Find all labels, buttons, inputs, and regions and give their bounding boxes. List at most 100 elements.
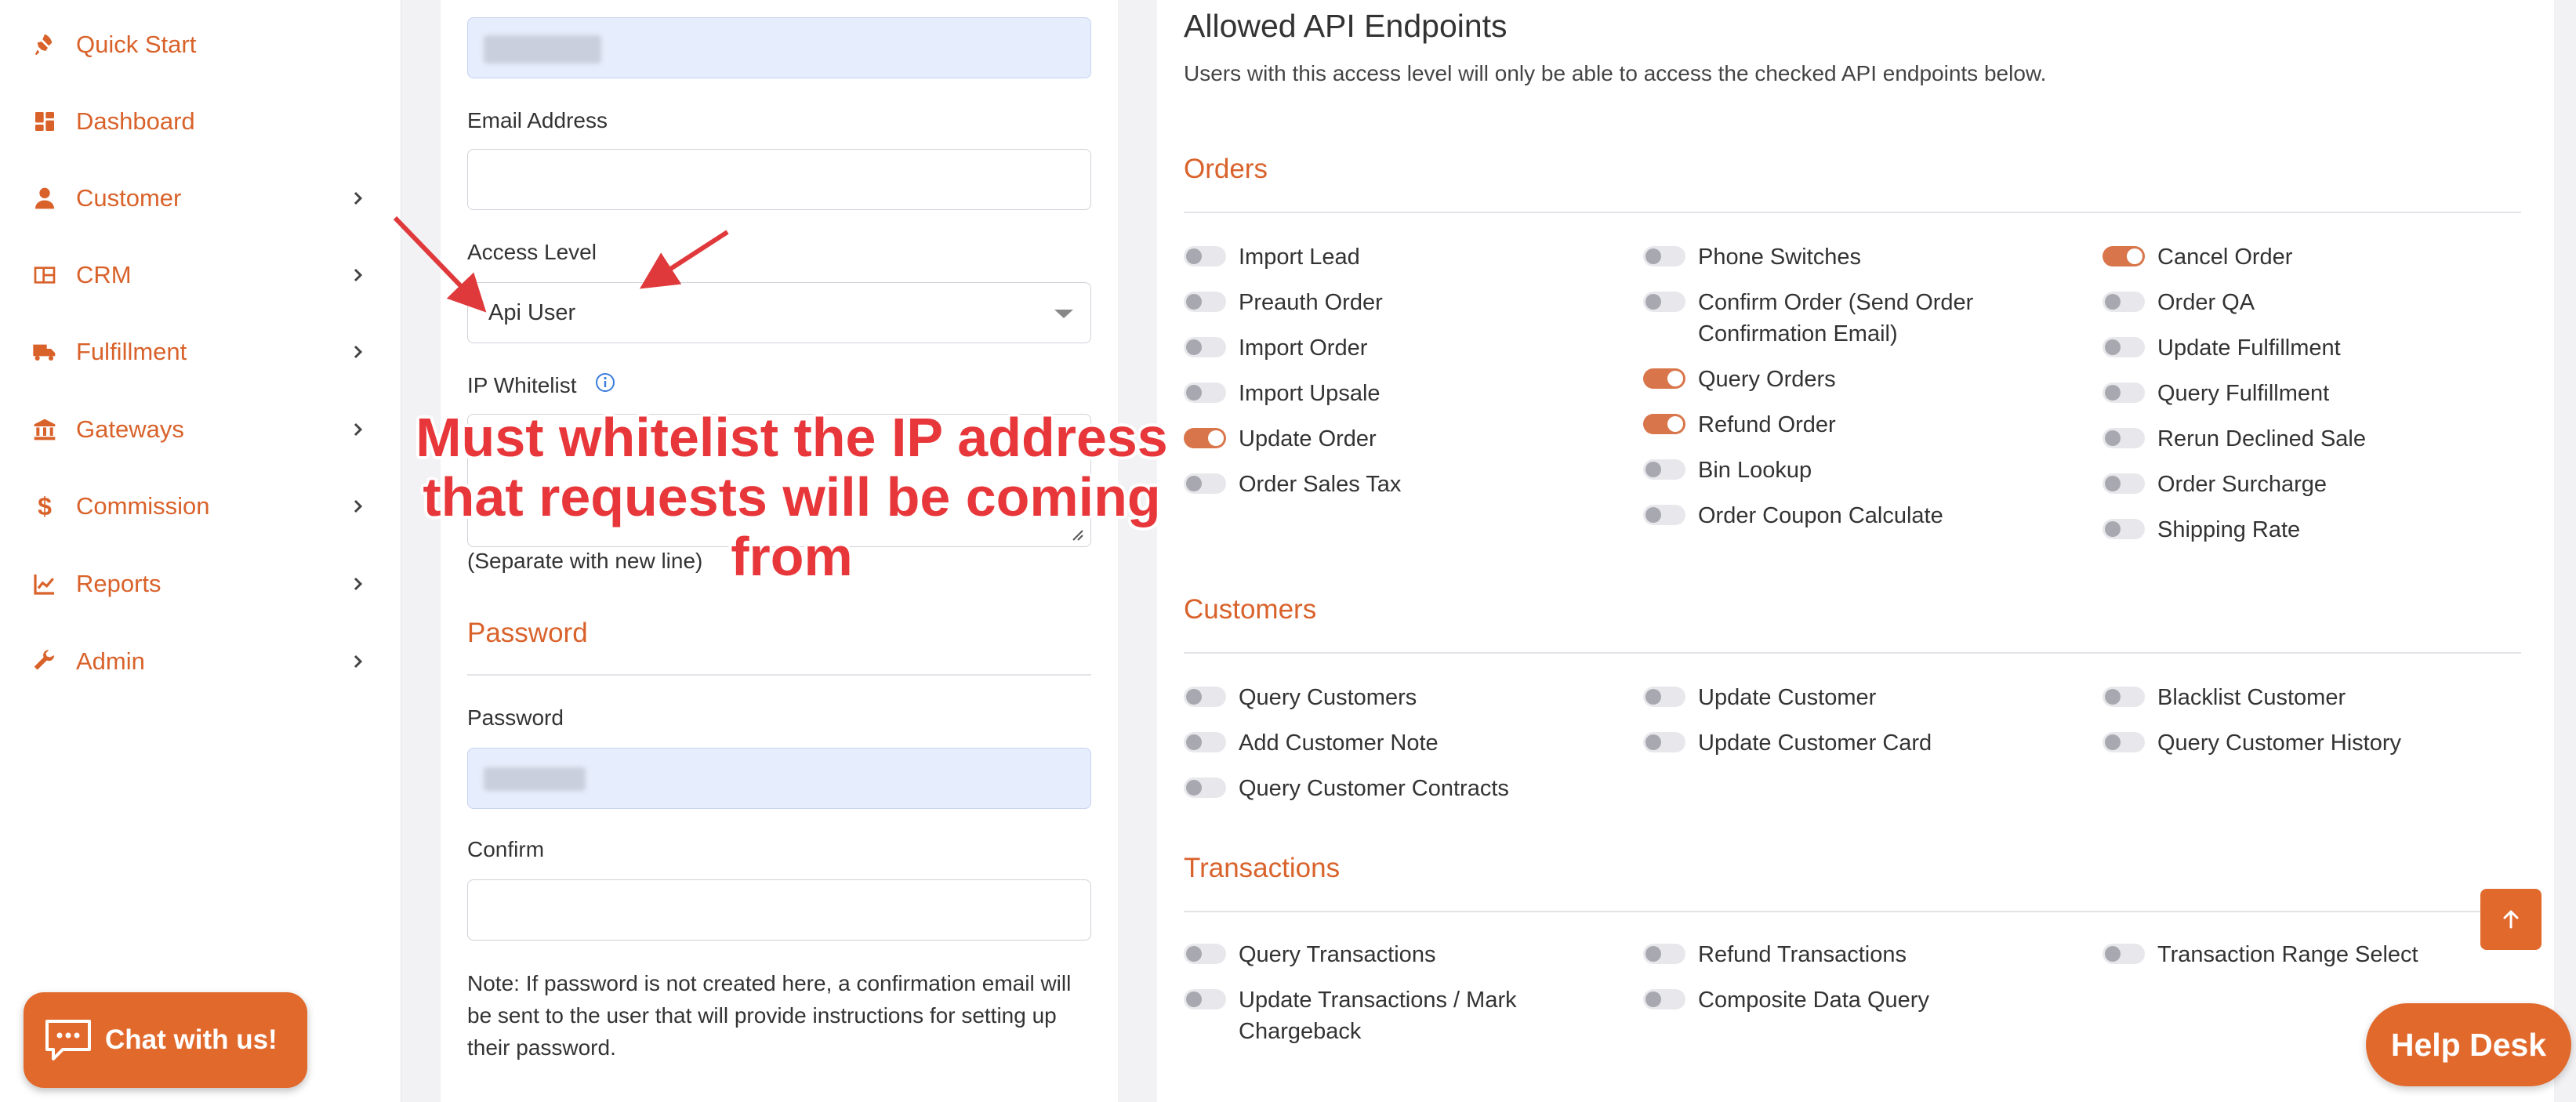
sidebar-item-label: Admin <box>76 647 145 675</box>
sidebar-item-commission[interactable]: $ Commission <box>0 471 401 542</box>
toggle-switch[interactable] <box>1184 944 1226 964</box>
toggle-switch[interactable] <box>1184 246 1226 266</box>
endpoints-description: Users with this access level will only b… <box>1184 61 2047 85</box>
endpoint-toggle-row[interactable]: Order Sales Tax <box>1184 469 1591 500</box>
sidebar-item-gateways[interactable]: Gateways <box>0 394 401 465</box>
endpoint-toggle-row[interactable]: Cancel Order <box>2103 241 2510 273</box>
toggle-switch[interactable] <box>1643 292 1685 312</box>
endpoint-toggle-row[interactable]: Query Fulfillment <box>2103 378 2510 409</box>
endpoint-toggle-row[interactable]: Preauth Order <box>1184 287 1591 318</box>
toggle-switch[interactable] <box>1643 246 1685 266</box>
chevron-right-icon <box>350 343 367 361</box>
endpoint-label: Refund Transactions <box>1698 942 1907 967</box>
toggle-switch[interactable] <box>2103 732 2145 752</box>
toggle-switch[interactable] <box>2103 246 2145 266</box>
divider <box>1184 652 2521 654</box>
toggle-switch[interactable] <box>1184 337 1226 357</box>
endpoint-toggle-row[interactable]: Import Lead <box>1184 241 1591 273</box>
toggle-switch[interactable] <box>2103 292 2145 312</box>
sidebar-item-quick-start[interactable]: Quick Start <box>0 9 401 80</box>
endpoint-toggle-row[interactable]: Query Orders <box>1643 364 2051 395</box>
endpoint-toggle-row[interactable]: Import Order <box>1184 332 1591 364</box>
toggle-switch[interactable] <box>2103 382 2145 403</box>
toggle-switch[interactable] <box>2103 337 2145 357</box>
password-field[interactable] <box>467 748 1091 809</box>
endpoint-label: Order QA <box>2157 290 2255 315</box>
endpoint-toggle-row[interactable]: Query Customers <box>1184 682 1591 713</box>
toggle-switch[interactable] <box>2103 687 2145 707</box>
toggle-switch[interactable] <box>2103 944 2145 964</box>
truck-icon <box>31 339 58 365</box>
name-field[interactable] <box>467 17 1091 78</box>
divider <box>1184 911 2521 912</box>
toggle-switch[interactable] <box>1643 459 1685 480</box>
endpoint-toggle-row[interactable]: Confirm Order (Send Order Confirmation E… <box>1643 287 2051 350</box>
endpoint-toggle-row[interactable]: Order Surcharge <box>2103 469 2510 500</box>
access-level-select[interactable]: Api User <box>467 282 1091 343</box>
sidebar-item-label: Commission <box>76 492 210 520</box>
toggle-switch[interactable] <box>1643 368 1685 389</box>
toggle-switch[interactable] <box>1643 414 1685 434</box>
chat-button[interactable]: Chat with us! <box>24 992 307 1088</box>
endpoint-toggle-row[interactable]: Update Fulfillment <box>2103 332 2510 364</box>
toggle-switch[interactable] <box>1184 732 1226 752</box>
endpoint-toggle-row[interactable]: Order Coupon Calculate <box>1643 500 2051 531</box>
endpoint-toggle-row[interactable]: Shipping Rate <box>2103 514 2510 546</box>
toggle-switch[interactable] <box>1643 505 1685 525</box>
sidebar-item-dashboard[interactable]: Dashboard <box>0 86 401 157</box>
scroll-to-top-button[interactable] <box>2480 889 2542 950</box>
endpoint-toggle-row[interactable]: Update Customer Card <box>1643 727 2051 759</box>
divider <box>467 674 1091 676</box>
chart-icon <box>31 571 58 597</box>
endpoint-toggle-row[interactable]: Query Transactions <box>1184 939 1591 970</box>
toggle-switch[interactable] <box>1184 778 1226 798</box>
endpoint-toggle-row[interactable]: Transaction Range Select <box>2103 939 2510 970</box>
toggle-switch[interactable] <box>2103 473 2145 494</box>
endpoint-toggle-row[interactable]: Bin Lookup <box>1643 455 2051 486</box>
toggle-switch[interactable] <box>1184 989 1226 1010</box>
password-label: Password <box>467 705 564 730</box>
endpoint-label: Update Transactions / Mark Chargeback <box>1239 988 1517 1044</box>
toggle-switch[interactable] <box>1643 687 1685 707</box>
toggle-switch[interactable] <box>1184 292 1226 312</box>
chevron-right-icon <box>350 266 367 284</box>
help-desk-button[interactable]: Help Desk <box>2366 1003 2571 1086</box>
confirm-password-field[interactable] <box>467 879 1091 941</box>
toggle-switch[interactable] <box>1643 944 1685 964</box>
toggle-switch[interactable] <box>1184 428 1226 448</box>
endpoint-label: Import Upsale <box>1239 381 1381 406</box>
arrow-up-icon <box>2503 910 2519 929</box>
endpoint-toggle-row[interactable]: Update Transactions / Mark Chargeback <box>1184 984 1591 1047</box>
endpoint-toggle-row[interactable]: Rerun Declined Sale <box>2103 423 2510 455</box>
toggle-switch[interactable] <box>1184 687 1226 707</box>
endpoint-label: Blacklist Customer <box>2157 685 2346 710</box>
sidebar-item-customer[interactable]: Customer <box>0 163 401 234</box>
email-field[interactable] <box>467 149 1091 210</box>
info-icon[interactable] <box>594 372 616 393</box>
toggle-switch[interactable] <box>1184 473 1226 494</box>
toggle-switch[interactable] <box>1643 989 1685 1010</box>
sidebar-item-admin[interactable]: Admin <box>0 626 401 697</box>
sidebar-item-reports[interactable]: Reports <box>0 549 401 619</box>
endpoint-toggle-row[interactable]: Update Order <box>1184 423 1591 455</box>
endpoint-toggle-row[interactable]: Composite Data Query <box>1643 984 2051 1016</box>
endpoint-toggle-row[interactable]: Query Customer Contracts <box>1184 773 1591 804</box>
endpoint-label: Query Customers <box>1239 685 1417 710</box>
toggle-switch[interactable] <box>1184 382 1226 403</box>
endpoint-toggle-row[interactable]: Import Upsale <box>1184 378 1591 409</box>
toggle-switch[interactable] <box>1643 732 1685 752</box>
sidebar-item-crm[interactable]: CRM <box>0 240 401 310</box>
endpoint-toggle-row[interactable]: Add Customer Note <box>1184 727 1591 759</box>
endpoint-toggle-row[interactable]: Phone Switches <box>1643 241 2051 273</box>
endpoint-toggle-row[interactable]: Order QA <box>2103 287 2510 318</box>
endpoint-toggle-row[interactable]: Blacklist Customer <box>2103 682 2510 713</box>
endpoint-toggle-row[interactable]: Query Customer History <box>2103 727 2510 759</box>
endpoint-toggle-row[interactable]: Update Customer <box>1643 682 2051 713</box>
endpoint-label: Query Fulfillment <box>2157 381 2330 406</box>
toggle-switch[interactable] <box>2103 519 2145 539</box>
endpoint-label: Bin Lookup <box>1698 458 1812 483</box>
endpoint-toggle-row[interactable]: Refund Transactions <box>1643 939 2051 970</box>
sidebar-item-fulfillment[interactable]: Fulfillment <box>0 317 401 387</box>
toggle-switch[interactable] <box>2103 428 2145 448</box>
endpoint-toggle-row[interactable]: Refund Order <box>1643 409 2051 440</box>
